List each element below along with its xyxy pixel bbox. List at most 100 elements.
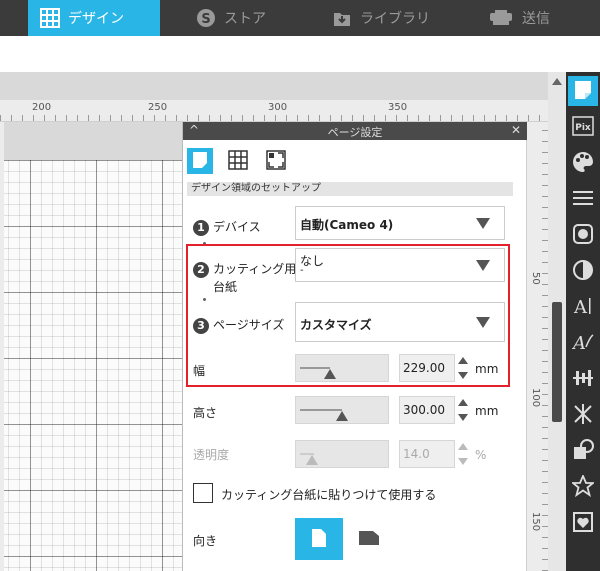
device-label-text: デバイス: [213, 220, 261, 234]
ruler-label: 50: [530, 272, 541, 285]
scroll-up-icon[interactable]: [552, 78, 562, 85]
device-label: 1 デバイス: [193, 218, 261, 236]
grid-icon: [228, 149, 248, 173]
trace-tool[interactable]: A: [568, 328, 598, 358]
chevron-down-icon: [476, 218, 490, 229]
ruler-label: 100: [530, 388, 541, 408]
slider-handle[interactable]: [306, 455, 318, 465]
landscape-page-icon: [358, 530, 380, 549]
highlight-box: [186, 244, 510, 387]
tab-grid-settings[interactable]: [225, 148, 251, 174]
slider-handle[interactable]: [336, 411, 348, 421]
replicate-icon: [572, 403, 594, 428]
portrait-page-icon: [311, 528, 327, 551]
palette-icon: [572, 151, 594, 176]
send-cutter-icon: [488, 8, 514, 28]
svg-text:S: S: [201, 12, 210, 27]
tab-registration-marks[interactable]: [263, 148, 289, 174]
stepper-down-icon[interactable]: [458, 414, 468, 421]
right-toolbar: Pix A A: [566, 72, 600, 571]
vertical-ruler: 50 100 150: [526, 122, 548, 571]
align-icon: [572, 368, 594, 391]
align-tool[interactable]: [568, 364, 598, 394]
tab-store-label: ストア: [224, 11, 266, 27]
horizontal-ruler: 200 250 300 350: [0, 100, 548, 122]
top-navigation-bar: デザイン S ストア ライブラリ 送信: [0, 0, 600, 36]
replicate-tool[interactable]: [568, 400, 598, 430]
ruler-label: 250: [148, 102, 168, 113]
orientation-label: 向き: [193, 534, 218, 548]
star-icon: [570, 473, 596, 500]
svg-text:Pix: Pix: [575, 123, 591, 133]
height-slider[interactable]: [295, 396, 389, 424]
trace-icon: A: [571, 331, 594, 356]
step-number: 1: [193, 219, 209, 236]
height-input[interactable]: 300.00: [399, 396, 455, 424]
ruler-ticks: [0, 115, 548, 121]
library-shapes-tool[interactable]: [568, 472, 598, 502]
cutting-mat-grid[interactable]: [0, 160, 182, 571]
pixscan-icon: Pix: [572, 115, 594, 139]
tab-design-label: デザイン: [68, 11, 124, 27]
vertical-scrollbar[interactable]: [548, 72, 566, 571]
vertical-ruler-left: [0, 122, 4, 571]
store-s-icon: S: [196, 8, 216, 28]
panel-title: ページ設定: [327, 126, 383, 139]
tab-page-setup[interactable]: [187, 148, 213, 174]
section-header: デザイン領域のセットアップ: [187, 182, 513, 196]
line-style-icon: [572, 190, 594, 209]
modify-shapes-icon: [572, 438, 594, 464]
heart-offset-icon: [572, 511, 594, 536]
fill-pattern-tool[interactable]: [568, 220, 598, 250]
stepper-up-icon[interactable]: [458, 443, 468, 450]
transparency-stepper[interactable]: [458, 440, 468, 468]
ruler-label: 150: [530, 512, 541, 532]
library-download-icon: [332, 8, 352, 28]
scrollbar-thumb[interactable]: [552, 302, 562, 422]
tab-design[interactable]: デザイン: [28, 0, 160, 36]
modify-tool[interactable]: [568, 436, 598, 466]
page-icon: [574, 80, 592, 103]
orientation-portrait-button[interactable]: [295, 518, 343, 560]
device-select[interactable]: 自動(Cameo 4): [295, 206, 505, 240]
grid-icon: [40, 8, 60, 28]
mat-attach-label: カッティング台紙に貼りつけて使用する: [221, 488, 437, 502]
panel-title-bar: ^ ページ設定 ✕: [183, 122, 527, 140]
ruler-label: 200: [32, 102, 52, 113]
half-circle-icon: [572, 259, 594, 284]
tab-library[interactable]: ライブラリ: [332, 0, 452, 36]
transparency-unit: %: [475, 448, 487, 462]
tab-send[interactable]: 送信: [488, 0, 600, 36]
offset-tool[interactable]: [568, 508, 598, 538]
page-icon: [192, 151, 208, 172]
mat-attach-checkbox[interactable]: [193, 483, 213, 503]
transparency-label: 透明度: [193, 448, 230, 462]
pixscan-tool[interactable]: Pix: [568, 112, 598, 142]
page-setup-tool[interactable]: [568, 76, 598, 106]
tab-send-label: 送信: [522, 11, 550, 27]
ruler-label: 350: [388, 102, 408, 113]
stepper-down-icon[interactable]: [458, 458, 468, 465]
text-style-tool[interactable]: A: [568, 292, 598, 322]
tab-library-label: ライブラリ: [360, 11, 430, 27]
orientation-landscape-button[interactable]: [345, 518, 393, 560]
transparency-slider[interactable]: [295, 440, 389, 468]
svg-text:A: A: [573, 297, 588, 317]
device-value: 自動(Cameo 4): [300, 218, 394, 232]
transparency-input[interactable]: 14.0: [399, 440, 455, 468]
close-icon[interactable]: ✕: [511, 123, 521, 137]
height-unit: mm: [475, 404, 499, 418]
tab-store[interactable]: S ストア: [196, 0, 296, 36]
stepper-up-icon[interactable]: [458, 399, 468, 406]
height-label: 高さ: [193, 406, 218, 420]
svg-text:A: A: [572, 333, 586, 353]
ruler-label: 300: [268, 102, 288, 113]
fill-color-tool[interactable]: [568, 148, 598, 178]
text-style-icon: A: [572, 295, 594, 320]
shadow-tool[interactable]: [568, 256, 598, 286]
pattern-icon: [572, 223, 594, 248]
line-style-tool[interactable]: [568, 184, 598, 214]
header-spacer: [0, 36, 600, 72]
height-stepper[interactable]: [458, 396, 468, 424]
registration-marks-icon: [266, 149, 286, 173]
